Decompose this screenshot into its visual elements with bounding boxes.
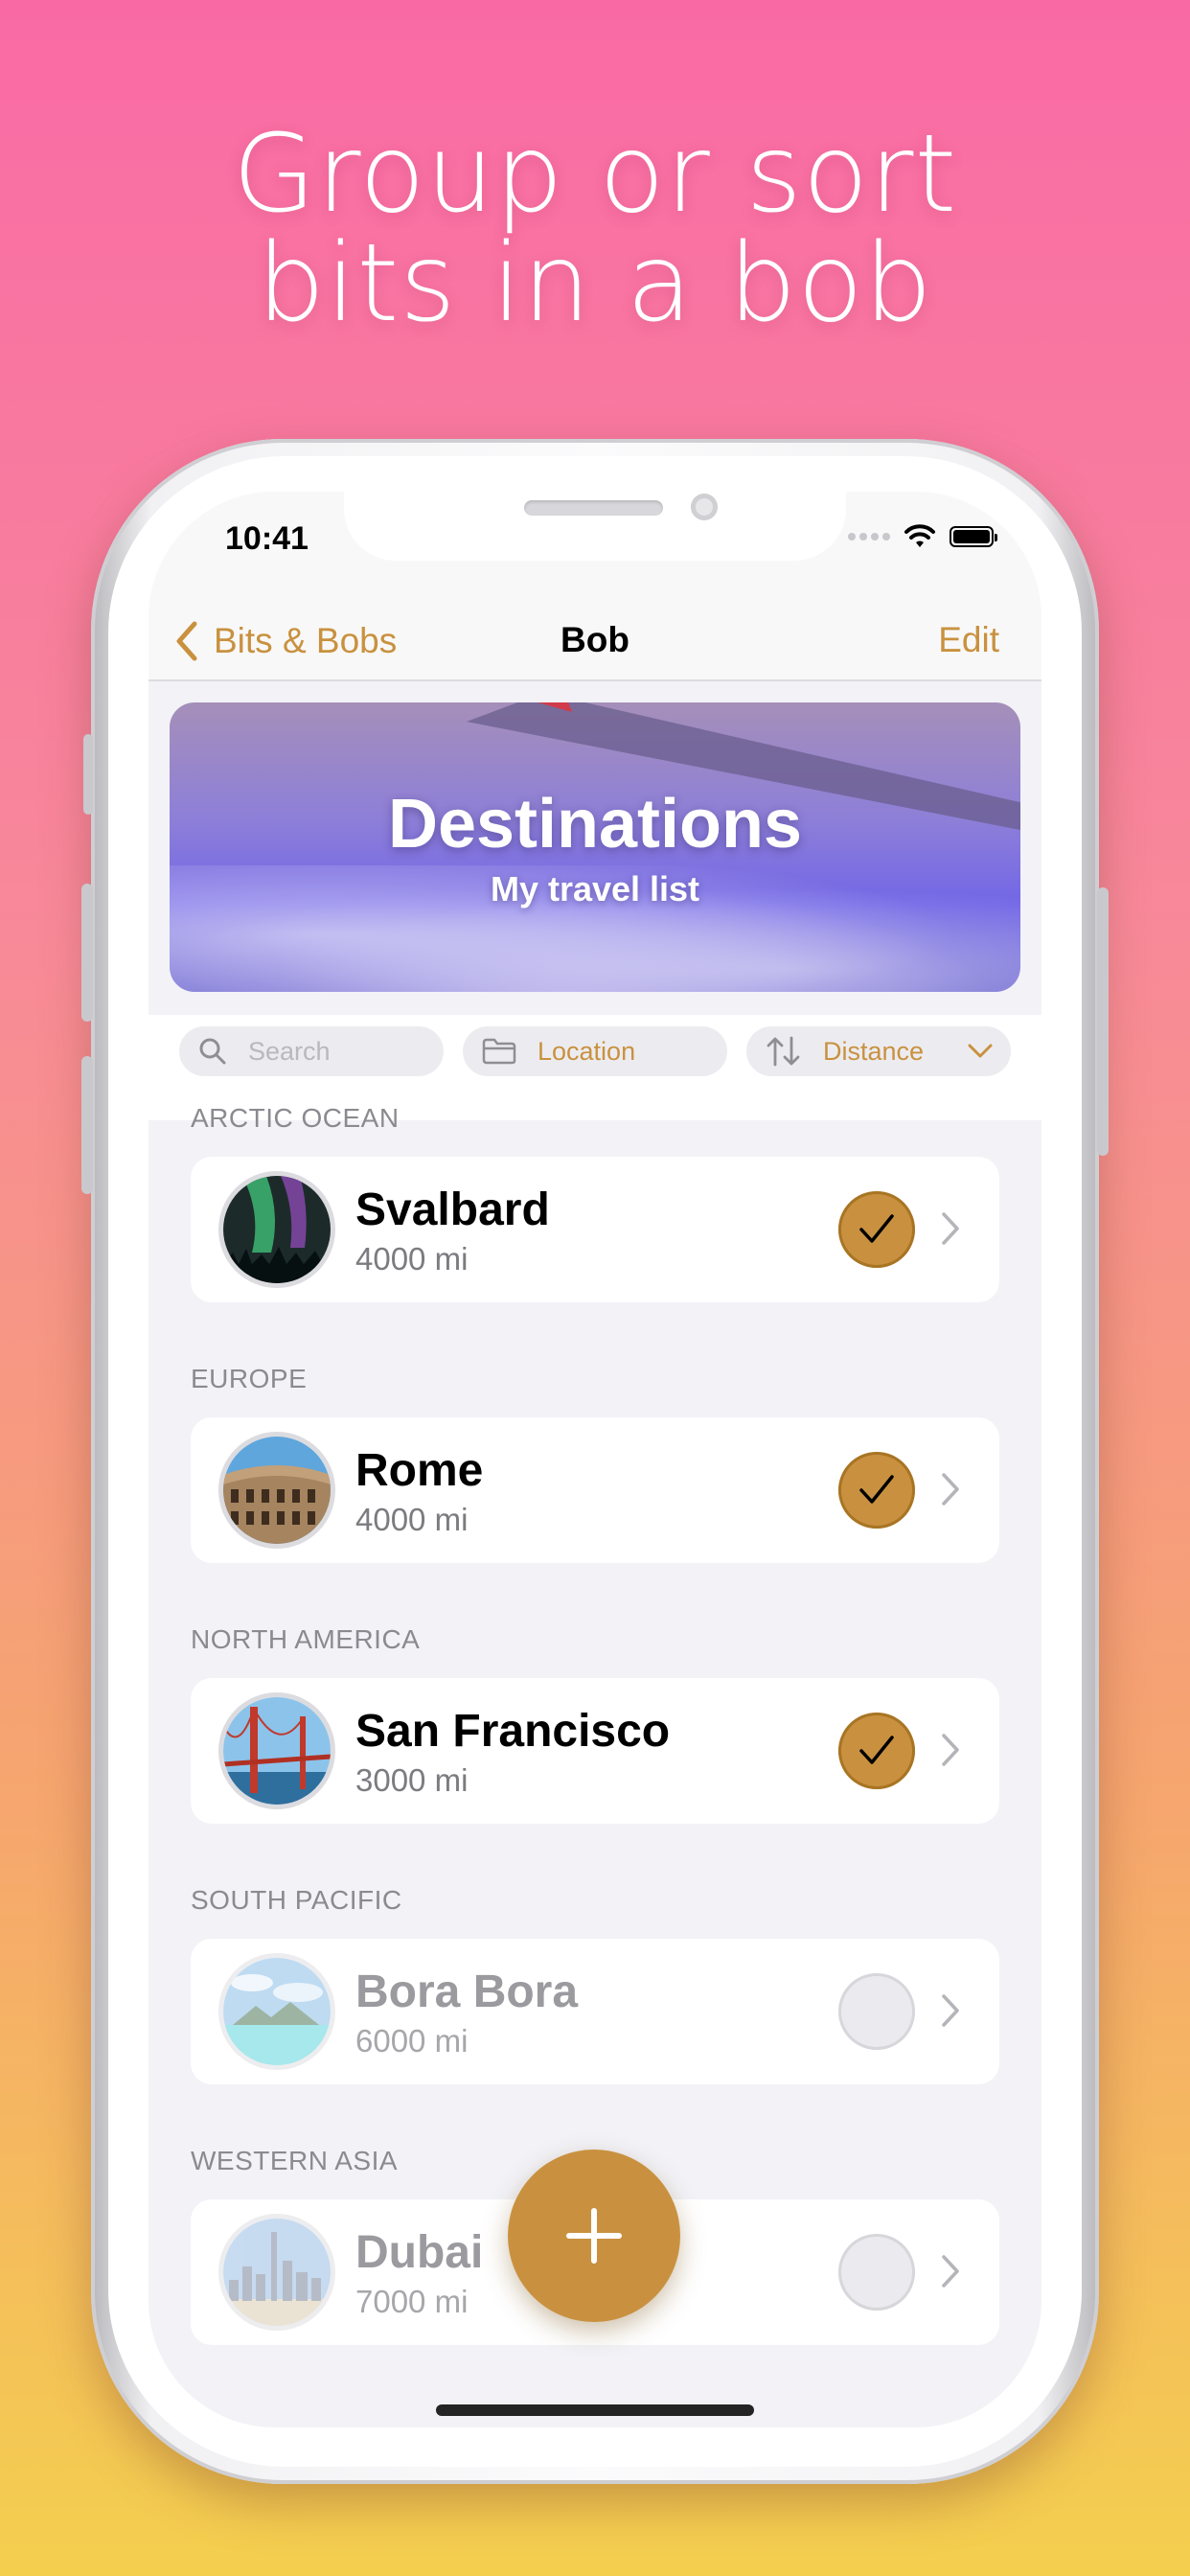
status-time: 10:41 [225, 520, 309, 557]
nav-title: Bob [561, 620, 629, 659]
battery-icon [950, 526, 997, 547]
chevron-right-icon [942, 1473, 959, 1506]
headline-line-1: Group or sort [232, 112, 958, 237]
power-button [1097, 887, 1109, 1156]
banner-subtitle: My travel list [490, 869, 700, 908]
chevron-right-icon [942, 1994, 959, 2027]
item-name: Bora Bora [355, 1966, 579, 2017]
chevron-right-icon [942, 1212, 959, 1245]
plus-icon [566, 2208, 622, 2264]
item-name: Rome [355, 1445, 484, 1496]
status-icons [848, 524, 997, 549]
item-distance: 4000 mi [355, 1241, 469, 1276]
aurora-thumbnail [223, 1176, 331, 1283]
section-header: EUROPE [191, 1364, 308, 1393]
golden-gate-thumbnail [223, 1697, 331, 1805]
folder-icon [482, 1038, 516, 1065]
volume-up-button [81, 884, 93, 1022]
section-header: SOUTH PACIFIC [191, 1885, 402, 1915]
chevron-down-icon [968, 1044, 993, 1058]
colosseum-thumbnail [223, 1437, 331, 1544]
list-item[interactable]: Bora Bora 6000 mi [191, 1939, 999, 2084]
section-header: ARCTIC OCEAN [191, 1103, 400, 1133]
headline-line-2: bits in a bob [257, 221, 933, 346]
front-camera [691, 494, 718, 520]
section-header: WESTERN ASIA [191, 2146, 399, 2175]
skyline-thumbnail [223, 2219, 331, 2326]
volume-down-button [81, 1056, 93, 1194]
section-header: NORTH AMERICA [191, 1624, 421, 1654]
checkmark-icon [859, 1736, 894, 1764]
wifi-icon [904, 524, 935, 547]
search-icon [199, 1038, 226, 1065]
list-item[interactable]: San Francisco 3000 mi [191, 1678, 999, 1824]
search-placeholder: Search [248, 1036, 331, 1066]
signal-dots-icon [848, 533, 890, 540]
chevron-right-icon [942, 1734, 959, 1766]
phone-screen: 10:41 Bits & Bobs Bob Edit Destinations … [149, 492, 1041, 2427]
item-name: San Francisco [355, 1706, 671, 1757]
group-label: Location [538, 1036, 636, 1066]
silent-switch [83, 734, 93, 815]
visited-checkbox[interactable] [838, 2234, 915, 2311]
item-name: Dubai [355, 2227, 484, 2278]
list-item[interactable]: Svalbard 4000 mi [191, 1157, 999, 1302]
lagoon-thumbnail [223, 1958, 331, 2065]
edit-button[interactable]: Edit [938, 620, 999, 660]
sort-label: Distance [823, 1036, 925, 1066]
marketing-headline: Group or sort bits in a bob [0, 120, 1190, 338]
item-name: Svalbard [355, 1184, 550, 1235]
sort-arrows-icon [767, 1036, 800, 1067]
home-indicator [436, 2404, 754, 2416]
checkmark-icon [859, 1214, 894, 1243]
item-distance: 3000 mi [355, 1762, 469, 1798]
banner-title: Destinations [387, 786, 803, 862]
item-distance: 4000 mi [355, 1502, 469, 1537]
item-distance: 7000 mi [355, 2284, 469, 2319]
navigation-bar: Bits & Bobs Bob Edit [149, 607, 1041, 681]
search-field[interactable]: Search [179, 1026, 444, 1076]
add-item-button[interactable] [508, 2150, 680, 2322]
checkmark-icon [859, 1475, 894, 1504]
earpiece-speaker [524, 500, 663, 516]
visited-checkbox[interactable] [838, 1452, 915, 1529]
list-item[interactable]: Rome 4000 mi [191, 1417, 999, 1563]
visited-checkbox[interactable] [838, 1973, 915, 2050]
chevron-right-icon [942, 2255, 959, 2288]
item-distance: 6000 mi [355, 2023, 469, 2058]
header-banner: Destinations My travel list [170, 702, 1020, 992]
group-by-button[interactable]: Location [463, 1026, 727, 1076]
visited-checkbox[interactable] [838, 1191, 915, 1268]
visited-checkbox[interactable] [838, 1713, 915, 1789]
sort-button[interactable]: Distance [746, 1026, 1011, 1076]
